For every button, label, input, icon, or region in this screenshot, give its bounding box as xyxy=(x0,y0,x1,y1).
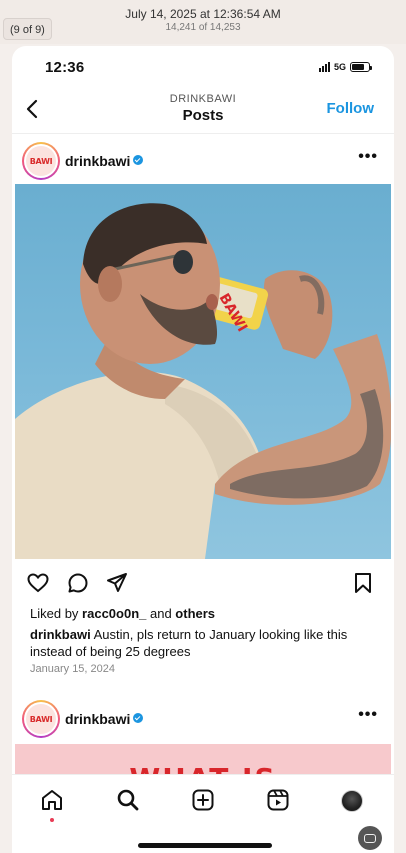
avatar[interactable]: BAWI xyxy=(22,700,60,738)
reels-icon[interactable] xyxy=(265,787,291,813)
assistant-icon[interactable] xyxy=(358,826,382,850)
library-index: 14,241 of 14,253 xyxy=(165,22,241,33)
likes-prefix: Liked by xyxy=(30,606,83,621)
profile-avatar-icon[interactable] xyxy=(341,790,363,812)
photo-viewer-bar: (9 of 9) July 14, 2025 at 12:36:54 AM 14… xyxy=(0,0,406,44)
network-label: 5G xyxy=(333,62,346,72)
home-icon[interactable] xyxy=(39,787,65,813)
verified-badge-icon xyxy=(133,713,143,723)
search-icon[interactable] xyxy=(115,787,141,813)
post-image-illustration: BAWI xyxy=(15,203,391,559)
liked-by-user[interactable]: racc0o0n_ xyxy=(82,606,146,621)
comment-icon[interactable] xyxy=(66,571,90,595)
next-post-image[interactable]: WHAT IS xyxy=(15,744,391,774)
post-caption: drinkbawi Austin, pls return to January … xyxy=(30,626,380,660)
bottom-tab-bar xyxy=(12,774,394,853)
next-post-header: BAWI drinkbawi ••• xyxy=(12,698,394,738)
capture-date: July 14, 2025 at 12:36:54 AM xyxy=(125,7,281,21)
likes-summary[interactable]: Liked by racc0o0n_ and others xyxy=(30,606,215,621)
post-username[interactable]: drinkbawi xyxy=(65,711,130,727)
liked-by-others[interactable]: others xyxy=(175,606,215,621)
more-options-icon[interactable]: ••• xyxy=(358,706,378,724)
heart-icon[interactable] xyxy=(26,571,50,595)
follow-button[interactable]: Follow xyxy=(327,100,375,117)
verified-badge-icon xyxy=(133,155,143,165)
post-username[interactable]: drinkbawi xyxy=(65,153,130,169)
signal-icon xyxy=(318,62,330,72)
header-divider xyxy=(12,133,394,134)
caption-username[interactable]: drinkbawi xyxy=(30,627,91,642)
status-indicators: 5G xyxy=(318,62,372,72)
status-time: 12:36 xyxy=(45,59,85,76)
post-header: BAWI drinkbawi ••• xyxy=(12,140,394,180)
phone-screen: 12:36 5G DRINKBAWI Posts Follow BAWI dri… xyxy=(12,46,394,853)
battery-icon xyxy=(350,62,372,72)
home-indicator[interactable] xyxy=(138,843,272,848)
avatar-logo: BAWI xyxy=(26,704,56,734)
share-icon[interactable] xyxy=(105,571,129,595)
more-options-icon[interactable]: ••• xyxy=(358,148,378,166)
post-date: January 15, 2024 xyxy=(30,663,116,675)
avatar[interactable]: BAWI xyxy=(22,142,60,180)
notification-dot xyxy=(50,818,54,822)
create-post-icon[interactable] xyxy=(190,787,216,813)
next-post-image-text: WHAT IS xyxy=(15,762,391,774)
likes-connector: and xyxy=(146,606,176,621)
posts-header: DRINKBAWI Posts Follow xyxy=(12,90,394,130)
post-image[interactable]: BAWI xyxy=(15,184,391,559)
post-actions xyxy=(12,569,394,599)
avatar-logo: BAWI xyxy=(26,146,56,176)
bookmark-icon[interactable] xyxy=(352,571,374,595)
